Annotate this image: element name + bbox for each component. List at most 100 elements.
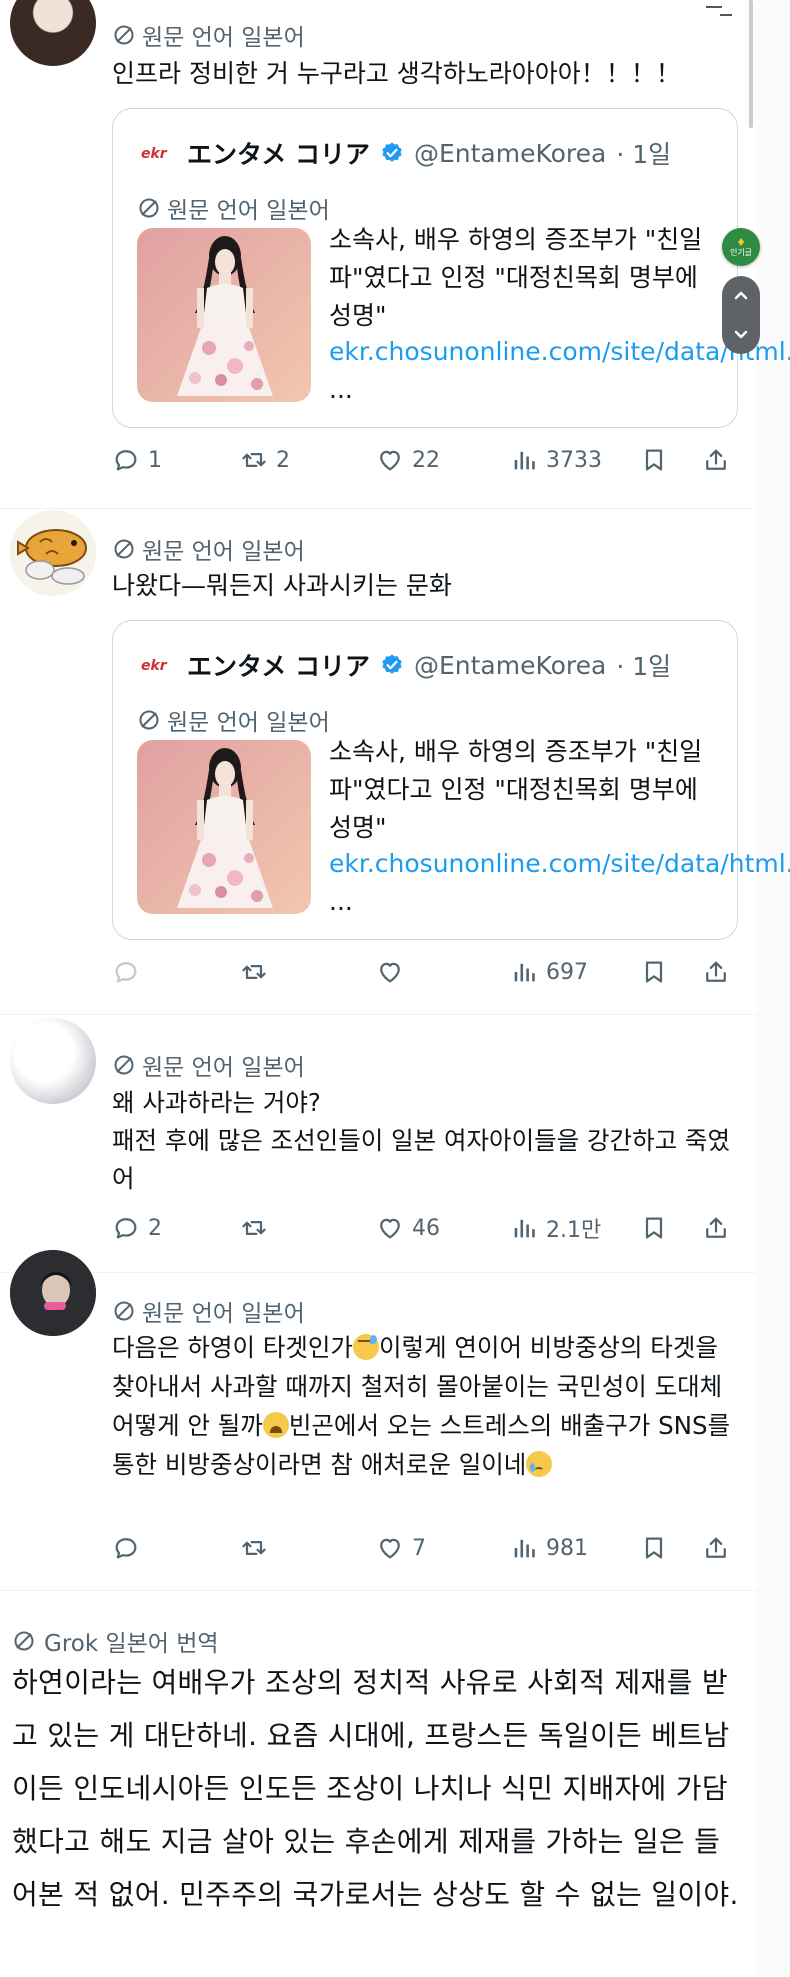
- grok-translation-label: Grok 일본어 번역: [12, 1624, 219, 1658]
- avatar[interactable]: [10, 510, 96, 596]
- chevron-down-icon: [729, 322, 753, 346]
- divider: [0, 1272, 756, 1273]
- like-count: 46: [412, 1215, 440, 1241]
- translate-icon: [112, 1053, 136, 1077]
- views-count: 697: [546, 959, 588, 985]
- share-button[interactable]: [702, 440, 730, 480]
- like-button[interactable]: 46: [376, 1208, 440, 1248]
- quote-translation-label[interactable]: 원문 언어 일본어: [137, 191, 330, 225]
- views-icon: [510, 958, 538, 986]
- article-link[interactable]: ekr.chosunonline.com/site/data/html... .…: [329, 845, 790, 921]
- share-button[interactable]: [702, 952, 730, 992]
- article-link[interactable]: ekr.chosunonline.com/site/data/html... .…: [329, 333, 790, 409]
- bookmark-button[interactable]: [640, 440, 668, 480]
- scroll-nav: [722, 276, 760, 354]
- verified-badge-icon: [380, 141, 404, 165]
- like-button[interactable]: [376, 952, 404, 992]
- like-button[interactable]: 22: [376, 440, 440, 480]
- reply-button[interactable]: 1: [112, 440, 162, 480]
- avatar[interactable]: [10, 1250, 96, 1336]
- translate-icon: [112, 23, 136, 47]
- bookmark-icon: [640, 446, 668, 474]
- source-name[interactable]: エンタメ コリア: [187, 135, 370, 171]
- share-button[interactable]: [702, 1528, 730, 1568]
- scroll-down-button[interactable]: [729, 322, 753, 346]
- source-handle[interactable]: @EntameKorea: [414, 651, 606, 680]
- crying-emoji-icon: [526, 1451, 553, 1477]
- article-thumbnail[interactable]: [137, 228, 311, 402]
- translation-label[interactable]: 원문 언어 일본어: [112, 532, 305, 566]
- repost-button[interactable]: [240, 1208, 268, 1248]
- divider: [0, 1014, 756, 1015]
- article-title: 소속사, 배우 하영의 증조부가 "친일파"였다고 인정 "대정친목회 명부에 …: [329, 737, 703, 842]
- reply-button[interactable]: 2: [112, 1208, 162, 1248]
- quote-translation-label[interactable]: 원문 언어 일본어: [137, 703, 330, 737]
- views-count: 2.1만: [546, 1218, 602, 1243]
- translation-label[interactable]: 원문 언어 일본어: [112, 1048, 305, 1082]
- bookmark-button[interactable]: [640, 1208, 668, 1248]
- like-count: 22: [412, 447, 440, 473]
- reply-button[interactable]: [112, 952, 140, 992]
- reply-count: 2: [148, 1215, 162, 1241]
- share-button[interactable]: [702, 1208, 730, 1248]
- repost-count: 2: [276, 447, 290, 473]
- reply-icon: [112, 446, 140, 474]
- share-icon: [702, 958, 730, 986]
- divider: [0, 1590, 756, 1591]
- repost-button[interactable]: [240, 1528, 268, 1568]
- bookmark-button[interactable]: [640, 952, 668, 992]
- scrollbar-track[interactable]: [756, 0, 790, 1977]
- action-bar: 697: [112, 952, 742, 992]
- popular-icon: ♦: [736, 235, 746, 249]
- repost-icon: [240, 446, 268, 474]
- action-bar: 1 2 22 3733: [112, 440, 742, 480]
- reply-icon: [112, 958, 140, 986]
- avatar[interactable]: [10, 1018, 96, 1104]
- repost-icon: [240, 958, 268, 986]
- divider: [0, 508, 756, 509]
- repost-button[interactable]: 2: [240, 440, 290, 480]
- weary-emoji-icon: [262, 1412, 289, 1438]
- svg-text:ekr: ekr: [141, 146, 168, 162]
- bookmark-button[interactable]: [640, 1528, 668, 1568]
- reply-icon: [112, 1214, 140, 1242]
- translate-icon: [137, 708, 161, 732]
- views-button[interactable]: 2.1만: [510, 1208, 601, 1248]
- translation-label[interactable]: 원문 언어 일본어: [112, 1294, 305, 1328]
- repost-button[interactable]: [240, 952, 268, 992]
- bookmark-icon: [640, 958, 668, 986]
- scrollbar-marker: [706, 6, 722, 8]
- share-icon: [702, 446, 730, 474]
- reply-button[interactable]: [112, 1528, 140, 1568]
- quote-card[interactable]: ekr エンタメ コリア @EntameKorea · 1일 원문 언어 일본어…: [112, 620, 790, 940]
- avatar[interactable]: [10, 0, 96, 66]
- like-count: 7: [412, 1535, 426, 1561]
- source-name[interactable]: エンタメ コリア: [187, 647, 370, 683]
- views-button[interactable]: 697: [510, 952, 588, 992]
- post-text: 다음은 하영이 타겟인가 이렇게 연이어 비방중상의 타겟을 찾아내서 사과할 때…: [112, 1333, 731, 1479]
- post-time: · 1일: [616, 652, 672, 681]
- reply-count: 1: [148, 447, 162, 473]
- scrollbar-thumb[interactable]: [749, 0, 753, 128]
- source-handle[interactable]: @EntameKorea: [414, 139, 606, 168]
- like-icon: [376, 1214, 404, 1242]
- post-time: · 1일: [616, 140, 672, 169]
- post-text: 왜 사과하라는 거야? 패전 후에 많은 조선인들이 일본 여자아이들을 강간하…: [112, 1088, 731, 1193]
- svg-text:ekr: ekr: [141, 658, 168, 674]
- translate-icon: [12, 1629, 36, 1653]
- views-count: 981: [546, 1535, 588, 1561]
- like-icon: [376, 958, 404, 986]
- translate-icon: [137, 196, 161, 220]
- article-thumbnail[interactable]: [137, 740, 311, 914]
- translation-label[interactable]: 원문 언어 일본어: [112, 18, 305, 52]
- source-logo: ekr: [139, 655, 177, 675]
- scroll-up-button[interactable]: [729, 284, 753, 308]
- quote-header: ekr エンタメ コリア @EntameKorea · 1일: [139, 135, 671, 171]
- views-button[interactable]: 981: [510, 1528, 588, 1568]
- views-button[interactable]: 3733: [510, 440, 602, 480]
- translate-icon: [112, 1299, 136, 1323]
- quote-card[interactable]: ekr エンタメ コリア @EntameKorea · 1일 원문 언어 일본어…: [112, 108, 790, 428]
- scrollbar-marker: [720, 14, 732, 16]
- popular-posts-button[interactable]: ♦ 인기글: [722, 228, 760, 266]
- like-button[interactable]: 7: [376, 1528, 426, 1568]
